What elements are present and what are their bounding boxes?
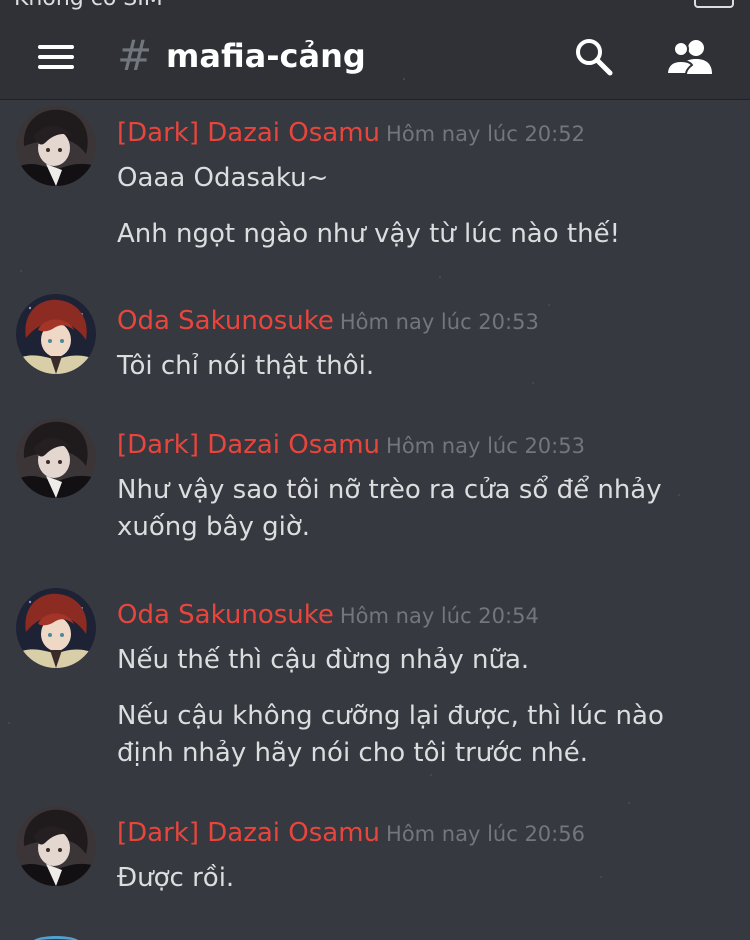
- message-text: Như vậy sao tôi nỡ trèo ra cửa sổ để nhả…: [117, 475, 662, 542]
- channel-header: # mafia-cảng: [0, 14, 750, 100]
- message-text: Oaaa Odasaku~: [117, 163, 329, 193]
- message-timestamp: Hôm nay lúc 20:54: [339, 604, 539, 628]
- message-header: [Dark] Dazai Osamu Hôm nay lúc 20:53: [117, 428, 585, 465]
- message-header: [Dark] Dazai Osamu Hôm nay lúc 20:52: [117, 116, 585, 153]
- carrier-label: Không có SIM: [14, 0, 163, 11]
- message-author[interactable]: [Dark] Dazai Osamu: [117, 430, 380, 460]
- message-text: Nếu cậu không cưỡng lại được, thì lúc nà…: [117, 701, 664, 768]
- message-header: Oda Sakunosuke Hôm nay lúc 20:54: [117, 598, 539, 635]
- avatar-oda[interactable]: [16, 294, 96, 374]
- message-text: Tôi chỉ nói thật thôi.: [117, 351, 375, 381]
- message-text: Được rồi.: [117, 863, 235, 893]
- channel-hash-icon: #: [117, 31, 153, 80]
- message-timestamp: Hôm nay lúc 20:53: [386, 434, 585, 458]
- message-author[interactable]: Oda Sakunosuke: [117, 600, 334, 630]
- message-text: Nếu thế thì cậu đừng nhảy nữa.: [117, 645, 530, 675]
- message-timestamp: Hôm nay lúc 20:52: [386, 122, 585, 146]
- battery-icon: [694, 0, 734, 8]
- message-author[interactable]: Oda Sakunosuke: [117, 306, 334, 336]
- message-author[interactable]: [Dark] Dazai Osamu: [117, 818, 380, 848]
- channel-name: mafia-cảng: [166, 37, 366, 75]
- avatar-oda[interactable]: [16, 588, 96, 668]
- message-text: Anh ngọt ngào như vậy từ lúc nào thế!: [117, 219, 620, 249]
- message-timestamp: Hôm nay lúc 20:53: [339, 310, 539, 334]
- message-timestamp: Hôm nay lúc 20:56: [386, 822, 585, 846]
- message-list[interactable]: [Dark] Dazai Osamu Hôm nay lúc 20:52 Oaaa…: [0, 78, 750, 940]
- avatar-dazai[interactable]: [16, 106, 96, 186]
- avatar-dazai[interactable]: [16, 418, 96, 498]
- message-header: [Dark] Dazai Osamu Hôm nay lúc 20:56: [117, 816, 585, 853]
- search-icon[interactable]: [573, 36, 613, 76]
- members-icon[interactable]: [665, 38, 714, 76]
- message-header: Oda Sakunosuke Hôm nay lúc 20:53: [117, 304, 539, 341]
- status-bar: Không có SIM: [0, 0, 750, 14]
- hamburger-menu-icon[interactable]: [38, 45, 74, 69]
- app-screen: Không có SIM # mafia-cảng: [0, 0, 750, 940]
- avatar-dazai[interactable]: [16, 806, 96, 886]
- message-author[interactable]: [Dark] Dazai Osamu: [117, 118, 380, 148]
